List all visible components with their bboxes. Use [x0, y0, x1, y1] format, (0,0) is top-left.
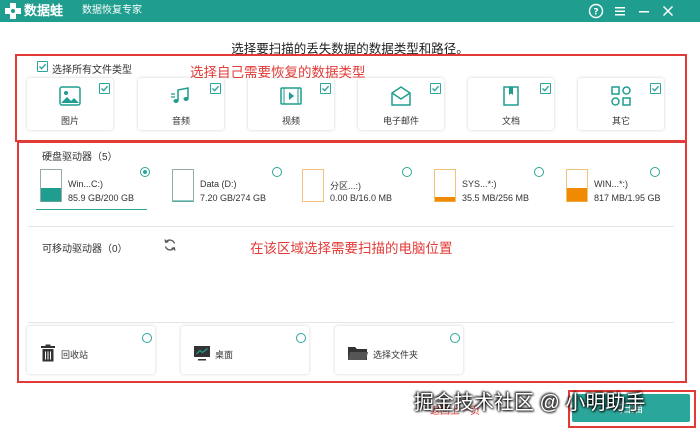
location-annotation: 在该区域选择需要扫描的电脑位置 [250, 241, 453, 256]
trash-icon [41, 344, 55, 362]
type-card-video[interactable]: 视频 [248, 78, 334, 130]
divider [28, 226, 674, 227]
drive-name: Win...C:) [68, 179, 103, 189]
drive-radio[interactable] [140, 167, 150, 177]
location-desktop[interactable]: 桌面 [181, 326, 309, 374]
location-label: 桌面 [215, 350, 234, 360]
drive-name: SYS...*:) [462, 179, 497, 189]
title-bar: 数据蛙 数据恢复专家 ? [0, 0, 700, 22]
menu-icon[interactable] [612, 3, 628, 19]
other-checkbox[interactable] [650, 83, 661, 94]
drive-radio[interactable] [650, 167, 660, 177]
drive-size: 7.20 GB/274 GB [200, 193, 267, 203]
type-card-email[interactable]: 电子邮件 [358, 78, 444, 130]
watermark: 掘金技术社区 @ 小明助手 [414, 392, 646, 414]
drive-radio[interactable] [272, 167, 282, 177]
document-icon [503, 86, 519, 106]
location-label: 选择文件夹 [373, 350, 419, 360]
video-checkbox[interactable] [320, 83, 331, 94]
location-radio[interactable] [142, 333, 152, 343]
type-label: 视频 [281, 116, 300, 126]
drive-d[interactable]: Data (D:) 7.20 GB/274 GB [172, 166, 292, 208]
drive-size: 817 MB/1.95 GB [594, 193, 661, 203]
desktop-icon [194, 346, 210, 361]
drive-size: 0.00 B/16.0 MB [330, 193, 393, 203]
document-checkbox[interactable] [540, 83, 551, 94]
video-icon [280, 87, 302, 105]
drive-icon [302, 169, 324, 202]
type-label: 文档 [501, 116, 520, 126]
drive-icon [566, 169, 588, 202]
divider [28, 322, 674, 323]
location-recycle-bin[interactable]: 回收站 [27, 326, 155, 374]
drive-icon [40, 169, 62, 202]
email-icon [391, 86, 411, 106]
app-name: 数据蛙 [24, 3, 64, 18]
folder-icon [348, 347, 368, 360]
drive-name: Data (D:) [200, 179, 237, 189]
selected-drive-underline [36, 209, 147, 210]
email-checkbox[interactable] [430, 83, 441, 94]
drive-partition[interactable]: 分区...:) 0.00 B/16.0 MB [302, 166, 422, 208]
minimize-icon[interactable] [636, 3, 652, 19]
image-checkbox[interactable] [99, 83, 110, 94]
type-card-image[interactable]: 图片 [27, 78, 113, 130]
type-card-audio[interactable]: 音频 [138, 78, 224, 130]
select-all-label: 选择所有文件类型 [52, 65, 132, 76]
drive-radio[interactable] [534, 167, 544, 177]
select-all-checkbox[interactable] [37, 61, 48, 72]
drive-name: 分区...:) [330, 181, 361, 191]
drive-c[interactable]: Win...C:) 85.9 GB/200 GB [40, 166, 160, 208]
audio-checkbox[interactable] [210, 83, 221, 94]
music-icon [171, 87, 189, 103]
help-icon[interactable]: ? [588, 3, 604, 19]
removable-drives-title: 可移动驱动器（0） [42, 244, 128, 255]
location-radio[interactable] [296, 333, 306, 343]
type-label: 电子邮件 [382, 116, 419, 126]
close-icon[interactable] [660, 3, 676, 19]
type-card-other[interactable]: 其它 [578, 78, 664, 130]
drive-icon [172, 169, 194, 202]
other-icon [611, 86, 631, 106]
hard-drives-title: 硬盘驱动器（5） [42, 152, 118, 163]
svg-text:?: ? [593, 8, 598, 18]
drive-win[interactable]: WIN...*:) 817 MB/1.95 GB [566, 166, 686, 208]
app-subtitle: 数据恢复专家 [82, 5, 142, 16]
type-label: 音频 [171, 116, 190, 126]
drive-radio[interactable] [402, 167, 412, 177]
refresh-icon[interactable] [163, 238, 177, 252]
drive-icon [434, 169, 456, 202]
drive-sys[interactable]: SYS...*:) 35.5 MB/256 MB [434, 166, 554, 208]
type-label: 图片 [60, 116, 79, 126]
drive-size: 85.9 GB/200 GB [68, 193, 135, 203]
type-label: 其它 [611, 116, 630, 126]
location-choose-folder[interactable]: 选择文件夹 [335, 326, 463, 374]
location-radio[interactable] [450, 333, 460, 343]
image-icon [59, 86, 81, 106]
location-label: 回收站 [61, 350, 89, 360]
drive-name: WIN...*:) [594, 179, 628, 189]
app-logo-icon [5, 3, 21, 19]
type-card-document[interactable]: 文档 [468, 78, 554, 130]
drive-size: 35.5 MB/256 MB [462, 193, 530, 203]
